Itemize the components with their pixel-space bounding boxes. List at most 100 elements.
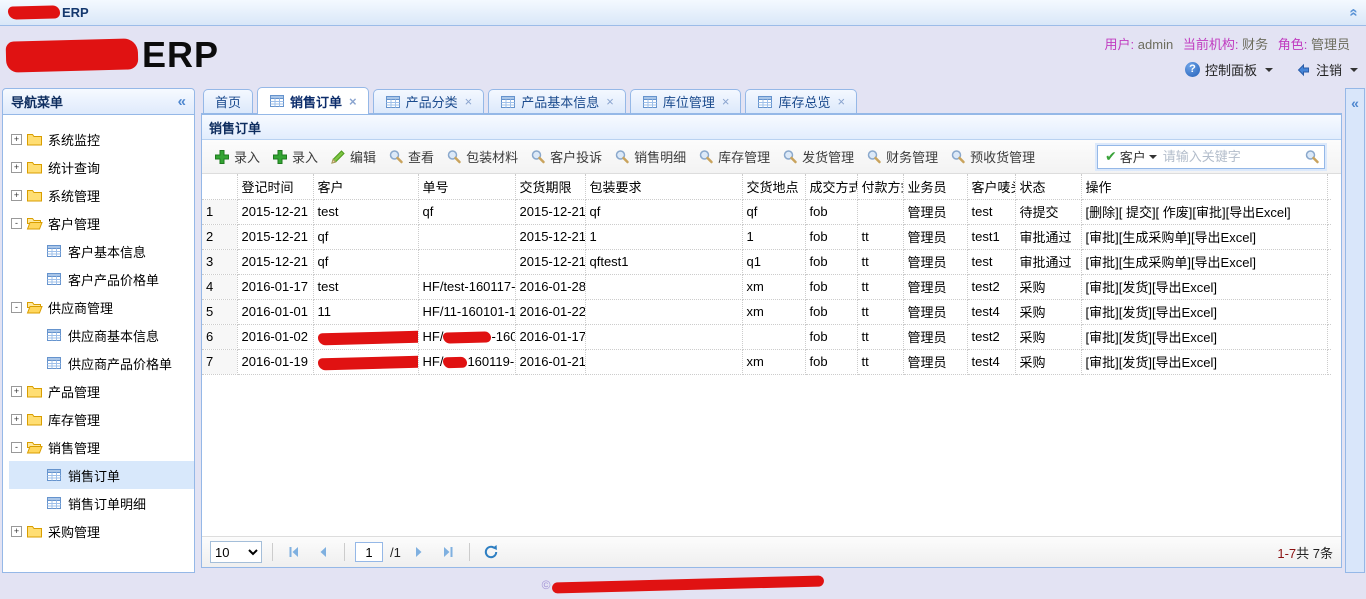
- sidebar-item-12[interactable]: 销售订单: [9, 461, 194, 489]
- column-header[interactable]: 状态: [1015, 174, 1081, 199]
- row-actions[interactable]: [审批][发货][导出Excel]: [1081, 349, 1327, 374]
- sidebar-item-2[interactable]: +系统管理: [9, 181, 194, 209]
- toolbar-button-2[interactable]: 编辑: [324, 144, 382, 169]
- logout-button[interactable]: 注销: [1295, 60, 1358, 79]
- column-header[interactable]: 付款方式: [857, 174, 903, 199]
- first-page-button[interactable]: [283, 541, 305, 563]
- toolbar-button-6[interactable]: 销售明细: [608, 144, 692, 169]
- sidebar-item-1[interactable]: +统计查询: [9, 153, 194, 181]
- tab-3[interactable]: 产品基本信息×: [488, 89, 626, 113]
- table-row[interactable]: 12015-12-21testqf2015-12-21qfqffob管理员tes…: [202, 199, 1341, 224]
- table-cell: fob: [805, 324, 857, 349]
- control-panel-button[interactable]: ? 控制面板: [1185, 60, 1273, 79]
- table-row[interactable]: 42016-01-17testHF/test-160117-12016-01-2…: [202, 274, 1341, 299]
- page-number-input[interactable]: [355, 542, 383, 562]
- row-actions[interactable]: [审批][发货][导出Excel]: [1081, 299, 1327, 324]
- tab-1[interactable]: 销售订单×: [257, 87, 369, 114]
- search-icon[interactable]: [1304, 149, 1320, 165]
- column-header[interactable]: 交货地点: [742, 174, 805, 199]
- table-row[interactable]: 62016-01-02HF/-16012016-01-17fobtt管理员tes…: [202, 324, 1341, 349]
- table-cell: 管理员: [903, 249, 967, 274]
- collapse-sidebar-icon[interactable]: «: [178, 93, 186, 110]
- sidebar-item-4[interactable]: 客户基本信息: [9, 237, 194, 265]
- sidebar-item-14[interactable]: +采购管理: [9, 517, 194, 545]
- expand-icon[interactable]: +: [11, 414, 22, 425]
- last-page-button[interactable]: [437, 541, 459, 563]
- scrollbar-area[interactable]: [1331, 174, 1341, 536]
- table-cell: HF/11-160101-1: [418, 299, 515, 324]
- sidebar-item-8[interactable]: 供应商产品价格单: [9, 349, 194, 377]
- column-header[interactable]: 操作: [1081, 174, 1327, 199]
- tab-close-icon[interactable]: ×: [606, 95, 614, 108]
- tab-close-icon[interactable]: ×: [465, 95, 473, 108]
- tab-5[interactable]: 库存总览×: [745, 89, 857, 113]
- table-row[interactable]: 52016-01-0111HF/11-160101-12016-01-22xmf…: [202, 299, 1341, 324]
- toolbar-button-7[interactable]: 库存管理: [692, 144, 776, 169]
- toolbar-button-10[interactable]: 预收货管理: [944, 144, 1041, 169]
- tab-4[interactable]: 库位管理×: [630, 89, 742, 113]
- expand-east-panel-icon[interactable]: «: [1351, 95, 1359, 111]
- expand-icon[interactable]: +: [11, 190, 22, 201]
- expand-icon[interactable]: +: [11, 386, 22, 397]
- column-header[interactable]: 客户唛头: [967, 174, 1015, 199]
- toolbar-button-5[interactable]: 客户投诉: [524, 144, 608, 169]
- page-size-select[interactable]: 10: [210, 541, 262, 563]
- expand-icon[interactable]: +: [11, 162, 22, 173]
- row-actions[interactable]: [删除][ 提交][ 作废][审批][导出Excel]: [1081, 199, 1327, 224]
- tab-close-icon[interactable]: ×: [837, 95, 845, 108]
- sidebar-item-5[interactable]: 客户产品价格单: [9, 265, 194, 293]
- table-cell: fob: [805, 349, 857, 374]
- sidebar-item-13[interactable]: 销售订单明细: [9, 489, 194, 517]
- refresh-button[interactable]: [480, 541, 502, 563]
- row-actions[interactable]: [审批][发货][导出Excel]: [1081, 324, 1327, 349]
- table-row[interactable]: 22015-12-21qf2015-12-2111fobtt管理员test1审批…: [202, 224, 1341, 249]
- row-actions[interactable]: [审批][生成采购单][导出Excel]: [1081, 224, 1327, 249]
- column-header[interactable]: 包装要求: [585, 174, 742, 199]
- magnifier-icon: [614, 149, 630, 165]
- toolbar-button-8[interactable]: 发货管理: [776, 144, 860, 169]
- sidebar-item-7[interactable]: 供应商基本信息: [9, 321, 194, 349]
- column-header[interactable]: 客户: [313, 174, 418, 199]
- collapse-icon[interactable]: -: [11, 302, 22, 313]
- table-row[interactable]: 32015-12-21qf2015-12-21qftest1q1fobtt管理员…: [202, 249, 1341, 274]
- tab-2[interactable]: 产品分类×: [373, 89, 485, 113]
- column-header[interactable]: [202, 174, 237, 199]
- sidebar-item-9[interactable]: +产品管理: [9, 377, 194, 405]
- table-cell: test: [967, 199, 1015, 224]
- table-cell: [585, 274, 742, 299]
- toolbar-button-0[interactable]: 录入: [208, 144, 266, 169]
- tab-close-icon[interactable]: ×: [349, 95, 357, 108]
- company-logo-redacted: [8, 5, 60, 19]
- column-header[interactable]: 交货期限: [515, 174, 585, 199]
- collapse-icon[interactable]: -: [11, 218, 22, 229]
- toolbar-button-9[interactable]: 财务管理: [860, 144, 944, 169]
- collapse-icon[interactable]: -: [11, 442, 22, 453]
- row-actions[interactable]: [审批][生成采购单][导出Excel]: [1081, 249, 1327, 274]
- row-actions[interactable]: [审批][发货][导出Excel]: [1081, 274, 1327, 299]
- next-page-button[interactable]: [408, 541, 430, 563]
- prev-page-button[interactable]: [312, 541, 334, 563]
- sidebar-item-6[interactable]: -供应商管理: [9, 293, 194, 321]
- sidebar-item-3[interactable]: -客户管理: [9, 209, 194, 237]
- table-row[interactable]: 72016-01-19nHF/160119-12016-01-21xmfobtt…: [202, 349, 1341, 374]
- column-header[interactable]: 单号: [418, 174, 515, 199]
- sidebar-item-11[interactable]: -销售管理: [9, 433, 194, 461]
- search-input[interactable]: [1163, 149, 1304, 164]
- toolbar-button-3[interactable]: 查看: [382, 144, 440, 169]
- main-content: 首页销售订单×产品分类×产品基本信息×库位管理×库存总览× 销售订单 录入录入编…: [201, 85, 1342, 568]
- toolbar-button-4[interactable]: 包装材料: [440, 144, 524, 169]
- column-header[interactable]: 成交方式: [805, 174, 857, 199]
- divider: [344, 543, 345, 561]
- expand-icon[interactable]: +: [11, 134, 22, 145]
- search-field-button[interactable]: ✔ 客户: [1102, 147, 1157, 166]
- sidebar-item-0[interactable]: +系统监控: [9, 125, 194, 153]
- tab-0[interactable]: 首页: [203, 89, 253, 113]
- collapse-topbar-icon[interactable]: «: [1346, 8, 1361, 16]
- expand-icon[interactable]: +: [11, 526, 22, 537]
- table-cell: qf: [313, 224, 418, 249]
- toolbar-button-1[interactable]: 录入: [266, 144, 324, 169]
- sidebar-item-10[interactable]: +库存管理: [9, 405, 194, 433]
- column-header[interactable]: 业务员: [903, 174, 967, 199]
- column-header[interactable]: 登记时间: [237, 174, 313, 199]
- tab-close-icon[interactable]: ×: [722, 95, 730, 108]
